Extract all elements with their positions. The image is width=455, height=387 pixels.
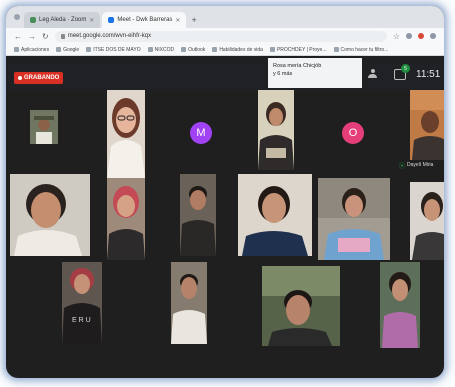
participant-video: E R U xyxy=(62,262,102,344)
participant-tile[interactable] xyxy=(410,182,444,260)
bookmark-icon xyxy=(147,47,153,52)
profile-icon[interactable] xyxy=(430,33,436,39)
participant-video xyxy=(258,90,294,170)
url-field[interactable]: meet.google.com/wvn-eihfr-kqx xyxy=(54,30,387,42)
presenter-name: Rosa mería Chicjób xyxy=(273,63,322,69)
address-bar-row: ← → ↻ meet.google.com/wvn-eihfr-kqx ☆ xyxy=(6,28,444,44)
participant-video xyxy=(171,262,207,344)
participant-video xyxy=(380,262,420,348)
participant-tile[interactable] xyxy=(180,174,216,256)
bookmark-icon xyxy=(212,47,218,52)
window-control-icon[interactable] xyxy=(14,14,20,20)
participant-video xyxy=(410,90,444,160)
recording-badge: GRABANDO xyxy=(14,72,64,84)
url-text: meet.google.com/wvn-eihfr-kqx xyxy=(67,33,152,39)
extension-icon[interactable] xyxy=(418,33,424,39)
google-icon xyxy=(56,47,62,52)
active-speaker-label: ⦿ Dayelí Miria xyxy=(396,160,444,170)
participant-tile[interactable] xyxy=(107,90,145,178)
participant-tile[interactable] xyxy=(238,174,312,256)
close-tab-icon[interactable]: ✕ xyxy=(89,17,94,24)
participant-tile[interactable] xyxy=(380,262,420,348)
bookmarks-bar: Aplicaciones Google ITSE DOS DE MAYO NIX… xyxy=(6,44,444,56)
participant-tile[interactable] xyxy=(10,174,90,256)
participant-avatar-m[interactable]: M xyxy=(190,122,212,144)
svg-text:E R U: E R U xyxy=(72,317,91,324)
participant-tile[interactable] xyxy=(318,178,390,260)
bookmark-icon xyxy=(86,47,92,52)
tab-favicon-icon xyxy=(30,17,36,23)
participant-video xyxy=(262,266,340,346)
audio-level-icon: ⦿ xyxy=(399,163,406,170)
bookmark-item[interactable]: Aplicaciones xyxy=(14,47,49,53)
participant-tile[interactable] xyxy=(107,178,145,260)
participant-avatar-o[interactable]: O xyxy=(342,122,364,144)
participant-video xyxy=(318,178,390,260)
tab-label: Meet - Dwk Barreras xyxy=(117,17,173,23)
lock-icon xyxy=(60,33,65,39)
participant-tile[interactable]: E R U xyxy=(62,262,102,344)
participant-tile[interactable] xyxy=(410,90,444,160)
bookmark-item[interactable]: Google xyxy=(56,47,79,53)
outlook-icon xyxy=(181,47,187,52)
participant-video xyxy=(238,174,312,256)
star-icon[interactable]: ☆ xyxy=(393,32,400,41)
participant-tile[interactable] xyxy=(262,266,340,346)
bookmark-icon xyxy=(269,47,275,52)
new-tab-button[interactable]: + xyxy=(191,15,196,25)
clock-time: 11:51 xyxy=(416,69,441,80)
meet-top-bar xyxy=(6,57,444,90)
presenter-card[interactable]: Rosa mería Chicjób y 6 más xyxy=(268,58,362,88)
bookmark-item[interactable]: ITSE DOS DE MAYO xyxy=(86,47,141,53)
close-tab-icon[interactable]: ✕ xyxy=(175,17,180,24)
reload-icon[interactable]: ↻ xyxy=(42,32,49,41)
participant-video xyxy=(30,110,58,144)
photo-frame: Leg Aleda · Zoom ✕ Meet - Dwk Barreras ✕… xyxy=(6,6,444,378)
back-arrow-icon[interactable]: ← xyxy=(14,32,22,41)
meet-favicon-icon xyxy=(108,17,115,23)
presenter-count: y 6 más xyxy=(273,71,293,77)
participant-tile[interactable] xyxy=(30,110,58,144)
browser-tab-strip: Leg Aleda · Zoom ✕ Meet - Dwk Barreras ✕… xyxy=(6,6,444,28)
tab-label: Leg Aleda · Zoom xyxy=(39,17,87,23)
record-dot-icon xyxy=(18,76,22,80)
browser-tab-active[interactable]: Meet - Dwk Barreras ✕ xyxy=(102,12,187,28)
bookmark-item[interactable]: Como hacer tu filtro... xyxy=(333,47,388,53)
bookmark-item[interactable]: Habilidades de vida xyxy=(212,47,263,53)
bookmark-item[interactable]: NIXCOD xyxy=(147,47,174,53)
participant-video xyxy=(107,178,145,260)
bookmark-item[interactable]: PROCHDEY | Proye... xyxy=(269,47,327,53)
participant-video xyxy=(410,182,444,260)
participant-tile[interactable] xyxy=(258,90,294,170)
participant-video xyxy=(180,174,216,256)
browser-tab[interactable]: Leg Aleda · Zoom ✕ xyxy=(24,12,101,28)
bookmark-icon xyxy=(333,47,339,52)
participant-tile[interactable] xyxy=(171,262,207,344)
bookmark-item[interactable]: Outlook xyxy=(181,47,205,53)
extension-icon[interactable] xyxy=(406,33,412,39)
people-icon[interactable] xyxy=(368,69,378,78)
forward-arrow-icon[interactable]: → xyxy=(28,32,36,41)
participant-video xyxy=(10,174,90,256)
participant-video xyxy=(107,90,145,178)
chat-count-badge: 5 xyxy=(401,64,410,73)
apps-icon xyxy=(14,47,19,52)
